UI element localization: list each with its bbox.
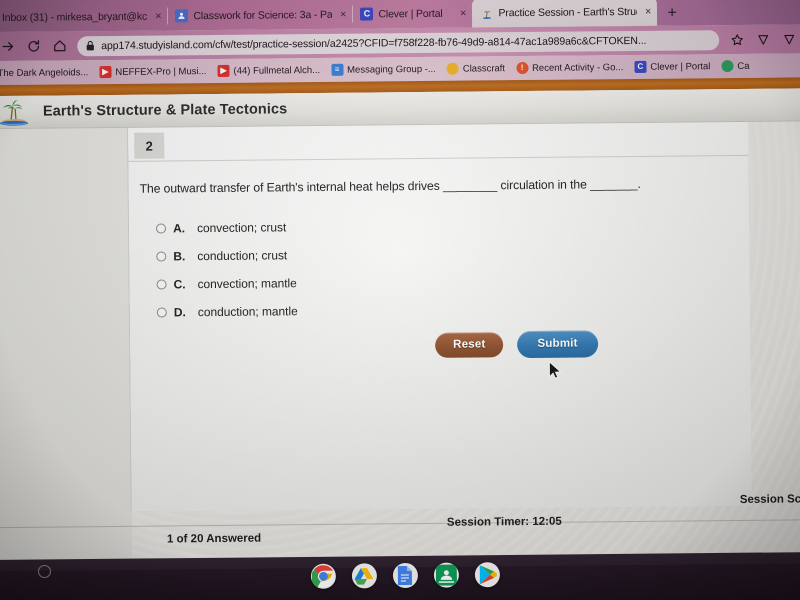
chromeos-shelf [0, 552, 800, 600]
shield-icon-secondary[interactable] [780, 30, 797, 47]
question-card: 2 The outward transfer of Earth's intern… [128, 120, 752, 512]
messaging-icon: ≡ [331, 63, 344, 76]
tab-title: Inbox (31) - mirkesa_bryant@kc [1, 10, 148, 24]
option-letter: C. [173, 277, 186, 292]
lock-icon [85, 40, 95, 51]
tab-close-icon[interactable]: × [152, 10, 162, 22]
forward-arrow-icon[interactable] [0, 38, 16, 55]
launcher-circle-icon[interactable] [38, 565, 51, 578]
bookmark-item[interactable]: C Clever | Portal [634, 60, 710, 73]
option-text: conduction; mantle [197, 304, 298, 320]
question-text: The outward transfer of Earth's internal… [140, 175, 729, 197]
option-text: convection; crust [196, 220, 287, 236]
submit-button[interactable]: Submit [517, 330, 598, 359]
address-bar-url: app174.studyisland.com/cfw/test/practice… [101, 34, 647, 52]
radio-button-b[interactable] [156, 251, 167, 262]
tab-close-icon[interactable]: × [337, 8, 347, 20]
option-letter: A. [172, 221, 186, 236]
browser-tab-practice-session[interactable]: Practice Session - Earth's Struct × [472, 0, 658, 28]
clever-favicon-icon: C [360, 7, 374, 21]
browser-tab-clever[interactable]: C Clever | Portal × [352, 0, 472, 29]
session-score: Session Scor [739, 493, 800, 506]
youtube-icon: ▶ [99, 65, 112, 79]
bookmark-label: (44) Fullmetal Alch... [233, 64, 321, 77]
option-text: convection; mantle [197, 276, 297, 292]
radio-button-c[interactable] [156, 279, 167, 290]
canvas-icon [721, 60, 734, 73]
youtube-icon: ▶ [217, 64, 230, 77]
tab-title: Classwork for Science: 3a - Page [193, 8, 333, 22]
tab-close-icon[interactable]: × [642, 5, 652, 17]
bookmark-label: Recent Activity - Go... [531, 61, 624, 74]
question-number: 2 [134, 132, 165, 159]
bookmark-item[interactable]: Ca [721, 60, 750, 73]
google-classroom-icon[interactable] [433, 562, 459, 588]
session-footer: 1 of 20 Answered Session Timer: 12:05 Se… [0, 493, 800, 560]
session-timer: Session Timer: 12:05 [446, 515, 562, 529]
question-divider [128, 154, 749, 162]
palm-tree-island-logo [0, 97, 33, 127]
question-action-buttons: Reset Submit [435, 330, 598, 359]
bookmark-label: Ca [737, 60, 750, 72]
chromebook-screen: Inbox (31) - mirkesa_bryant@kc × Classwo… [0, 0, 800, 572]
reload-icon[interactable] [25, 38, 42, 55]
tab-title: Clever | Portal [378, 7, 443, 20]
left-rail [0, 127, 133, 561]
bookmark-star-icon[interactable] [728, 31, 745, 48]
tab-close-icon[interactable]: × [457, 7, 467, 19]
bookmark-label: Messaging Group -... [347, 63, 436, 76]
bookmark-item[interactable]: ≡ Messaging Group -... [331, 63, 436, 76]
bookmark-label: The Dark Angeloids... [0, 66, 89, 79]
chrome-icon[interactable] [310, 563, 336, 589]
browser-tab-inbox[interactable]: Inbox (31) - mirkesa_bryant@kc × [0, 1, 168, 32]
shelf-icon-row [310, 562, 500, 589]
reset-button[interactable]: Reset [435, 332, 504, 358]
recent-activity-icon: ! [515, 61, 529, 75]
study-island-page: Earth's Structure & Plate Tectonics 2 Th… [0, 88, 800, 561]
answer-option-b[interactable]: B. conduction; crust [156, 241, 297, 270]
answered-count: 1 of 20 Answered [166, 532, 262, 546]
bookmark-item[interactable]: ▶ (44) Fullmetal Alch... [217, 64, 320, 77]
question-text-after: . [637, 176, 641, 191]
bookmark-item[interactable]: Classcraft [446, 62, 506, 75]
browser-tab-classwork[interactable]: Classwork for Science: 3a - Page × [167, 0, 352, 30]
google-drive-icon[interactable] [351, 563, 377, 589]
answer-option-d[interactable]: D. conduction; mantle [156, 297, 298, 326]
radio-button-a[interactable] [155, 223, 167, 234]
question-blank-1: ________ [442, 178, 498, 193]
classcraft-icon [446, 62, 459, 75]
photo-of-chromebook-screen: Inbox (31) - mirkesa_bryant@kc × Classwo… [0, 0, 800, 600]
play-store-icon[interactable] [474, 562, 500, 588]
answer-options: A. convection; crust B. conduction; crus… [155, 213, 298, 326]
question-text-before: The outward transfer of Earth's internal… [139, 178, 440, 196]
classroom-favicon-icon [175, 9, 189, 23]
bookmark-item[interactable]: ▶ NEFFEX-Pro | Musi... [99, 65, 207, 79]
option-letter: B. [173, 249, 186, 264]
bookmark-item[interactable]: ! Recent Activity - Go... [515, 61, 624, 75]
google-docs-icon[interactable] [392, 562, 418, 589]
bookmark-item[interactable]: The Dark Angeloids... [0, 67, 88, 79]
study-island-favicon-icon [480, 6, 493, 19]
radio-button-d[interactable] [156, 307, 167, 318]
home-icon[interactable] [51, 37, 68, 54]
question-text-middle: circulation in the [500, 177, 587, 193]
new-tab-button[interactable]: + [657, 5, 687, 25]
bookmark-label: NEFFEX-Pro | Musi... [115, 65, 207, 78]
question-blank-2: _______ [589, 176, 638, 192]
shield-icon[interactable] [754, 31, 771, 48]
footer-divider [0, 519, 800, 529]
answer-option-c[interactable]: C. convection; mantle [156, 269, 297, 298]
address-bar[interactable]: app174.studyisland.com/cfw/test/practice… [77, 29, 720, 56]
page-title: Earth's Structure & Plate Tectonics [42, 101, 288, 120]
option-text: conduction; crust [197, 248, 288, 264]
bookmark-label: Classcraft [462, 62, 506, 75]
tab-title: Practice Session - Earth's Struct [498, 5, 638, 19]
clever-icon: C [634, 60, 647, 73]
bookmark-label: Clever | Portal [650, 60, 711, 73]
answer-option-a[interactable]: A. convection; crust [155, 213, 297, 242]
option-letter: D. [173, 305, 186, 320]
